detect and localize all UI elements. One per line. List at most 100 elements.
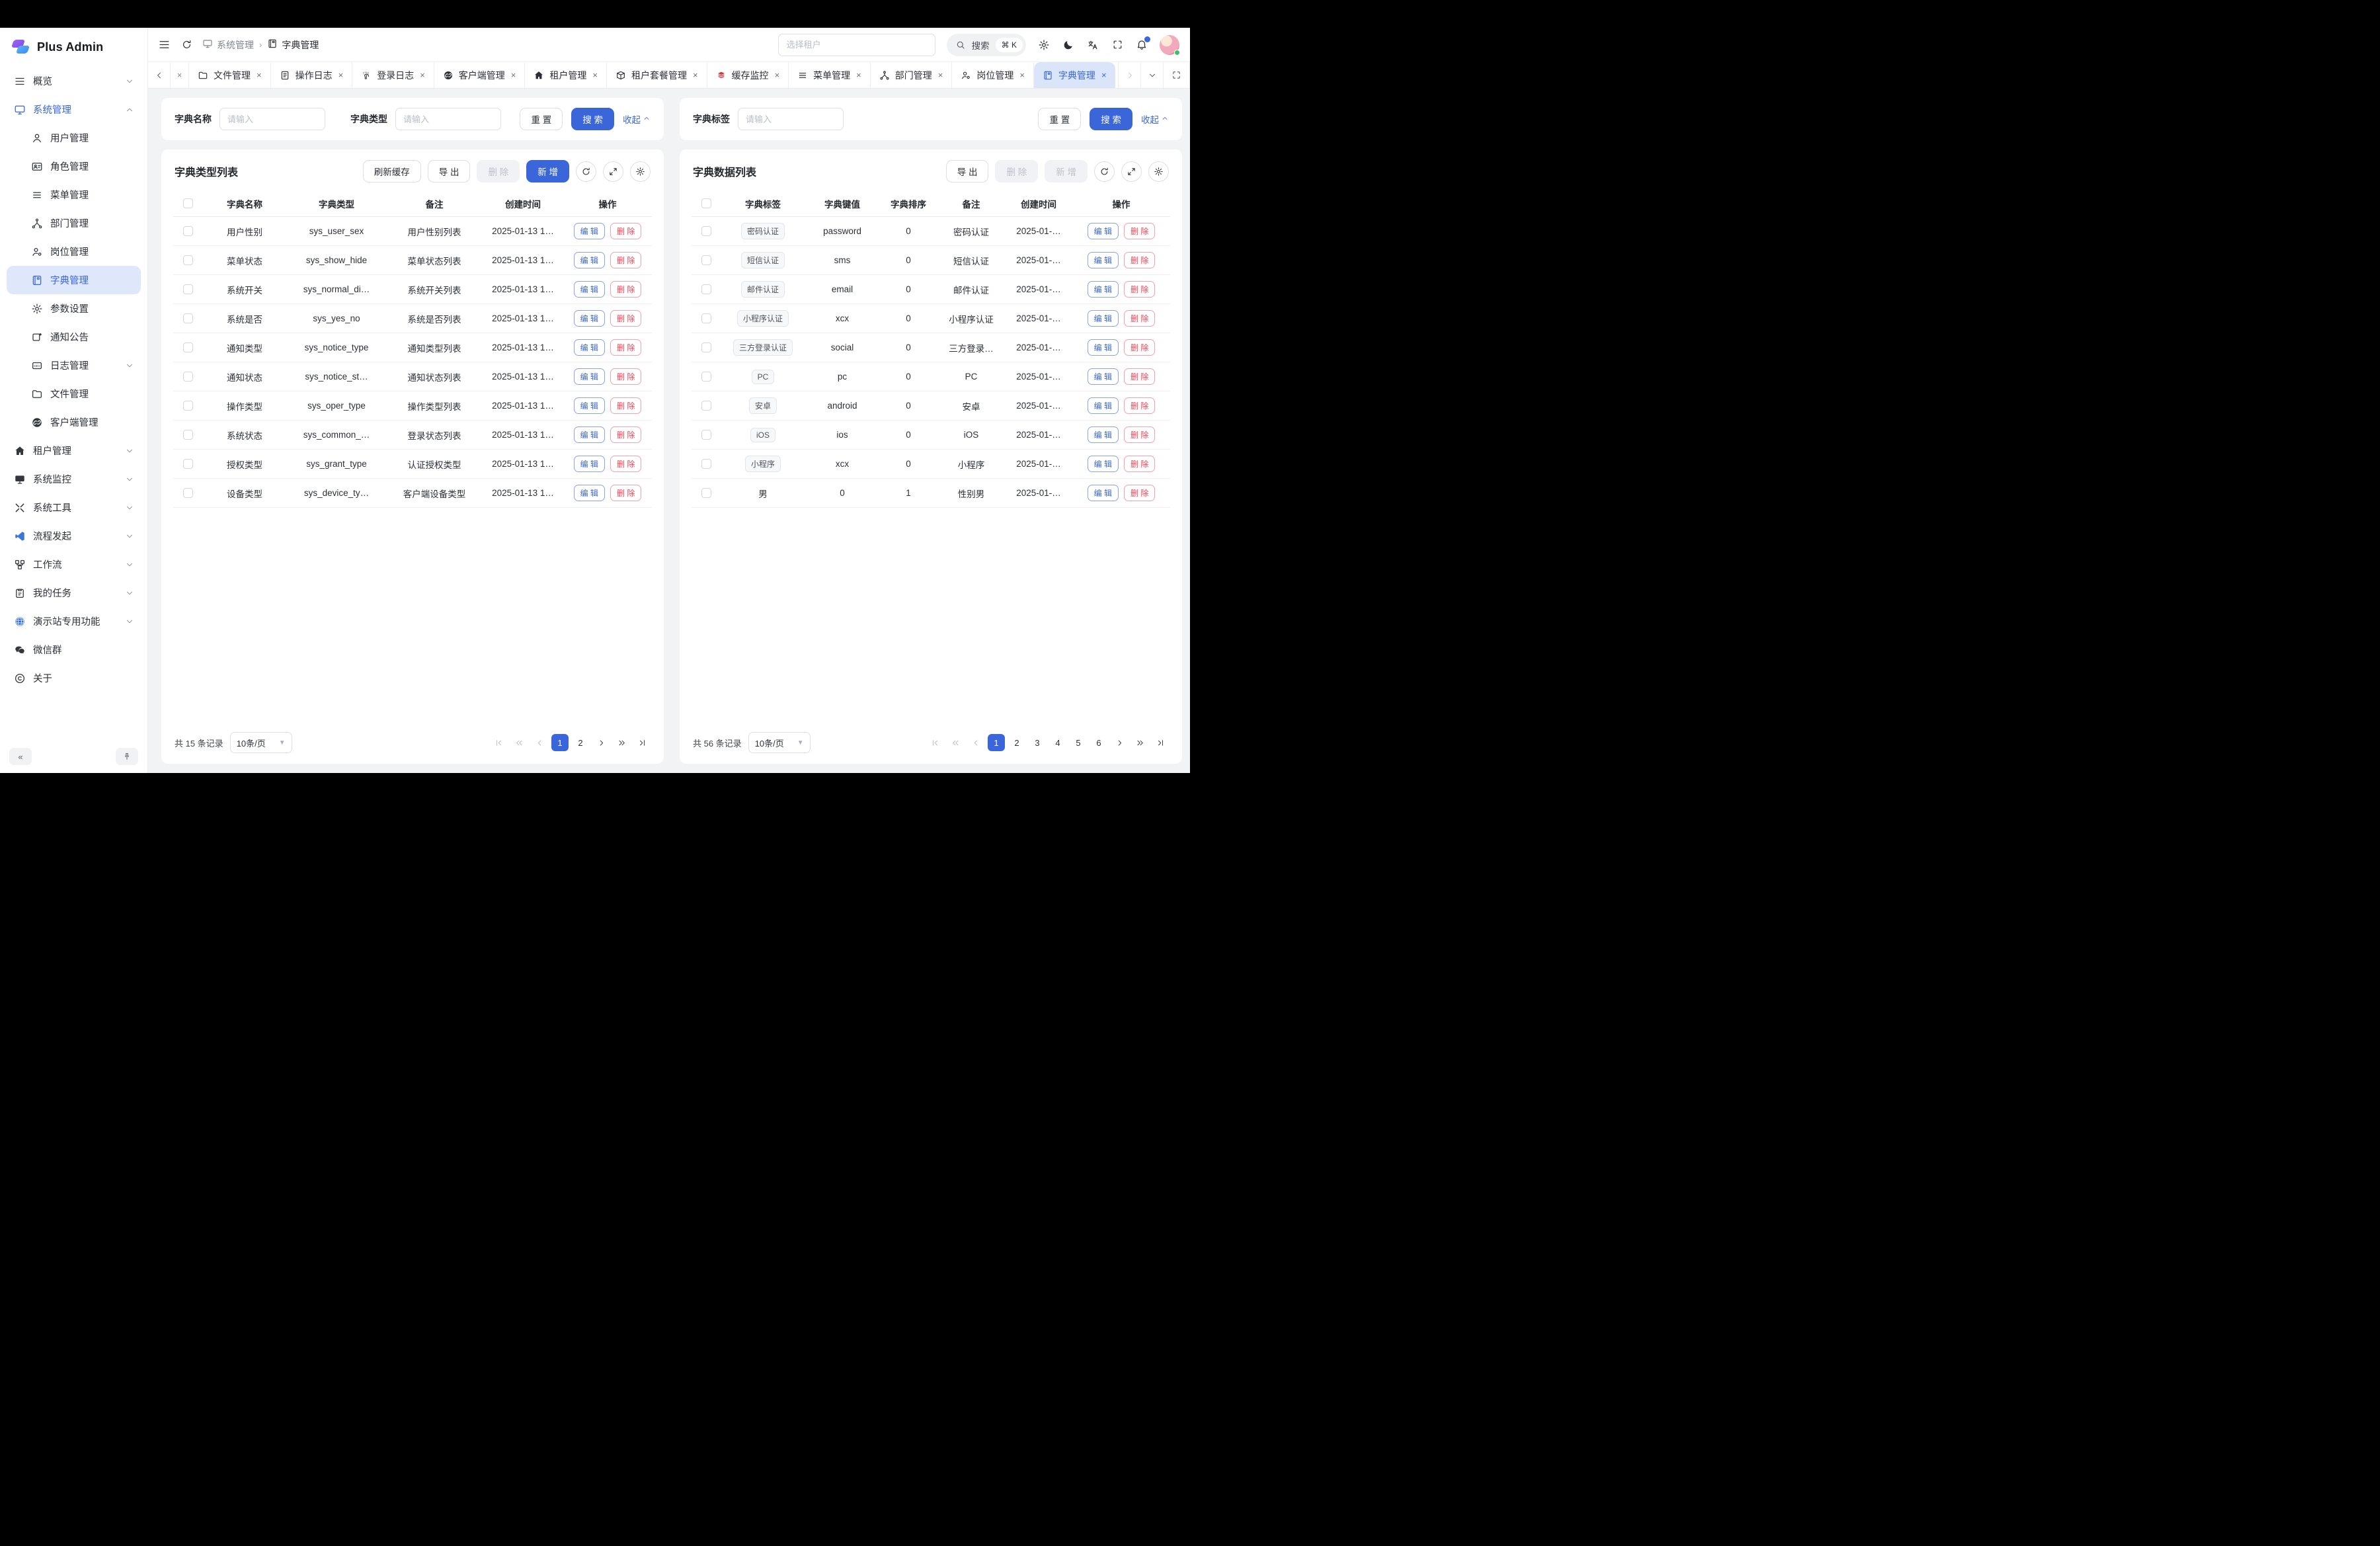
row-checkbox[interactable] (183, 430, 193, 440)
delete-button[interactable]: 删 除 (1124, 281, 1155, 298)
last-page-button[interactable] (1152, 734, 1169, 751)
sidebar-item-通知公告[interactable]: 通知公告 (7, 323, 141, 351)
collapse-filters-link[interactable]: 收起 (1141, 112, 1169, 126)
tab-close-icon[interactable]: × (856, 70, 861, 80)
tab-close-icon[interactable]: × (420, 70, 425, 80)
tab-部门管理[interactable]: 部门管理× (871, 62, 953, 88)
dict-name-input[interactable] (219, 108, 325, 130)
page-button-1[interactable]: 1 (551, 734, 569, 751)
expand-icon[interactable] (603, 161, 623, 182)
row-checkbox[interactable] (183, 255, 193, 265)
refresh-icon[interactable] (1094, 161, 1115, 182)
edit-button[interactable]: 编 辑 (574, 368, 605, 385)
tab-close-icon[interactable]: × (592, 70, 598, 80)
sidebar-item-概览[interactable]: 概览 (7, 67, 141, 95)
delete-button[interactable]: 删 除 (610, 397, 641, 414)
page-button-4[interactable]: 4 (1049, 734, 1066, 751)
tab-close-icon[interactable]: × (1101, 70, 1107, 80)
edit-button[interactable]: 编 辑 (1088, 427, 1119, 443)
prev-page-button[interactable] (967, 734, 984, 751)
tenant-select-input[interactable] (778, 34, 935, 56)
tab-登录日志[interactable]: 登录日志× (352, 62, 434, 88)
dict-type-input[interactable] (395, 108, 501, 130)
导 出-button[interactable]: 导 出 (946, 160, 989, 183)
sidebar-collapse-button[interactable]: « (9, 748, 32, 765)
delete-button[interactable]: 删 除 (1124, 397, 1155, 414)
page-button-2[interactable]: 2 (572, 734, 589, 751)
sidebar-item-岗位管理[interactable]: 岗位管理 (7, 237, 141, 266)
sidebar-item-关于[interactable]: 关于 (7, 664, 141, 692)
sidebar-item-演示站专用功能[interactable]: 演示站专用功能 (7, 607, 141, 635)
delete-button[interactable]: 删 除 (610, 368, 641, 385)
row-checkbox[interactable] (701, 459, 711, 469)
delete-button[interactable]: 删 除 (610, 223, 641, 239)
next-page-button[interactable] (592, 734, 610, 751)
delete-button[interactable]: 删 除 (1124, 310, 1155, 327)
sidebar-item-参数设置[interactable]: 参数设置 (7, 294, 141, 323)
edit-button[interactable]: 编 辑 (574, 427, 605, 443)
row-checkbox[interactable] (183, 372, 193, 382)
tab-缓存监控[interactable]: 缓存监控× (707, 62, 789, 88)
delete-button[interactable]: 删 除 (610, 456, 641, 472)
edit-button[interactable]: 编 辑 (574, 485, 605, 501)
edit-button[interactable]: 编 辑 (1088, 456, 1119, 472)
gear-icon[interactable] (630, 161, 651, 182)
sidebar-item-部门管理[interactable]: 部门管理 (7, 209, 141, 237)
row-checkbox[interactable] (701, 226, 711, 236)
row-checkbox[interactable] (183, 488, 193, 498)
sidebar-pin-button[interactable] (116, 748, 138, 765)
user-avatar[interactable] (1160, 35, 1179, 55)
delete-button[interactable]: 删 除 (610, 252, 641, 268)
page-size-select[interactable]: 10条/页▼ (748, 732, 811, 753)
sidebar-item-角色管理[interactable]: 角色管理 (7, 152, 141, 181)
edit-button[interactable]: 编 辑 (1088, 368, 1119, 385)
sidebar-item-字典管理[interactable]: 字典管理 (7, 266, 141, 294)
row-checkbox[interactable] (183, 343, 193, 352)
sidebar-item-文件管理[interactable]: 文件管理 (7, 380, 141, 408)
row-checkbox[interactable] (183, 284, 193, 294)
sidebar-item-租户管理[interactable]: 租户管理 (7, 436, 141, 465)
select-all-checkbox[interactable] (701, 198, 711, 208)
collapse-filters-link[interactable]: 收起 (623, 112, 651, 126)
expand-icon[interactable] (1121, 161, 1142, 182)
row-checkbox[interactable] (701, 255, 711, 265)
prev-jump-button[interactable] (510, 734, 528, 751)
edit-button[interactable]: 编 辑 (574, 397, 605, 414)
刷新缓存-button[interactable]: 刷新缓存 (363, 160, 421, 183)
row-checkbox[interactable] (183, 226, 193, 236)
tabs-scroll-right-button[interactable] (1119, 62, 1141, 88)
sidebar-item-我的任务[interactable]: 我的任务 (7, 579, 141, 607)
first-page-button[interactable] (490, 734, 507, 751)
sidebar-item-流程发起[interactable]: 流程发起 (7, 522, 141, 550)
row-checkbox[interactable] (701, 401, 711, 411)
dark-mode-moon-icon[interactable] (1062, 38, 1075, 52)
prev-jump-button[interactable] (947, 734, 964, 751)
search-button[interactable]: 搜 索 (1090, 108, 1132, 130)
row-checkbox[interactable] (701, 430, 711, 440)
next-jump-button[interactable] (1131, 734, 1148, 751)
edit-button[interactable]: 编 辑 (574, 456, 605, 472)
delete-button[interactable]: 删 除 (1124, 368, 1155, 385)
导 出-button[interactable]: 导 出 (428, 160, 471, 183)
delete-button[interactable]: 删 除 (610, 310, 641, 327)
tab-close-icon[interactable]: × (693, 70, 698, 80)
tab-岗位管理[interactable]: 岗位管理× (952, 62, 1034, 88)
tabs-dropdown-button[interactable] (1141, 62, 1164, 88)
page-button-3[interactable]: 3 (1029, 734, 1046, 751)
edit-button[interactable]: 编 辑 (1088, 397, 1119, 414)
tab-close-icon[interactable]: × (1019, 70, 1025, 80)
delete-button[interactable]: 删 除 (610, 485, 641, 501)
tab-客户端管理[interactable]: 客户端管理× (434, 62, 526, 88)
delete-button[interactable]: 删 除 (1124, 485, 1155, 501)
delete-button[interactable]: 删 除 (1124, 456, 1155, 472)
delete-button[interactable]: 删 除 (1124, 427, 1155, 443)
first-page-button[interactable] (926, 734, 943, 751)
edit-button[interactable]: 编 辑 (1088, 223, 1119, 239)
hamburger-icon[interactable] (157, 38, 171, 52)
page-button-2[interactable]: 2 (1008, 734, 1025, 751)
row-checkbox[interactable] (701, 372, 711, 382)
edit-button[interactable]: 编 辑 (1088, 252, 1119, 268)
fullscreen-icon[interactable] (1111, 38, 1124, 52)
page-button-5[interactable]: 5 (1070, 734, 1087, 751)
page-size-select[interactable]: 10条/页▼ (230, 732, 292, 753)
